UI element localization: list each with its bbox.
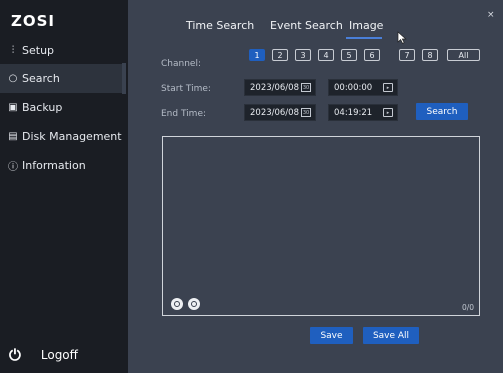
end-time-label: End Time: bbox=[161, 109, 207, 119]
backup-icon: ▣ bbox=[8, 102, 18, 113]
search-icon: ○ bbox=[8, 73, 18, 84]
logoff-button[interactable]: ⏻ Logoff bbox=[9, 346, 78, 364]
time-picker-icon[interactable]: ▸ bbox=[383, 108, 393, 117]
channel-button-4[interactable]: 4 bbox=[318, 49, 334, 61]
channel-button-1[interactable]: 1 bbox=[249, 49, 265, 61]
channel-button-6[interactable]: 6 bbox=[364, 49, 380, 61]
start-time-value: 00:00:00 bbox=[334, 82, 373, 93]
image-count: 0/0 bbox=[462, 303, 475, 312]
channel-button-8[interactable]: 8 bbox=[422, 49, 438, 61]
sidebar-item-setup[interactable]: ⫶ Setup bbox=[0, 36, 122, 65]
channel-button-all[interactable]: All bbox=[447, 49, 480, 61]
start-date-field[interactable]: 2023/06/08 30 bbox=[244, 79, 316, 96]
active-tab-indicator bbox=[346, 37, 382, 39]
save-button[interactable]: Save bbox=[310, 327, 353, 344]
sidebar-item-search[interactable]: ○ Search bbox=[0, 64, 122, 93]
tab-image[interactable]: Image bbox=[349, 19, 383, 32]
end-date-field[interactable]: 2023/06/08 30 bbox=[244, 104, 316, 121]
disk-icon: ▤ bbox=[8, 131, 18, 142]
sidebar-item-information[interactable]: ⓘ Information bbox=[0, 151, 122, 180]
sidebar-item-label: Setup bbox=[22, 44, 55, 57]
sidebar-item-label: Information bbox=[22, 159, 86, 172]
close-icon[interactable]: × bbox=[487, 10, 495, 20]
mouse-cursor-icon bbox=[397, 31, 407, 44]
start-date-value: 2023/06/08 bbox=[250, 82, 299, 93]
app-logo: ZOSI bbox=[11, 12, 56, 30]
sidebar: ZOSI ⫶ Setup ○ Search ▣ Backup ▤ Disk Ma… bbox=[0, 0, 128, 373]
logoff-label: Logoff bbox=[40, 348, 78, 362]
calendar-icon[interactable]: 30 bbox=[301, 108, 311, 117]
start-time-label: Start Time: bbox=[161, 84, 211, 94]
calendar-icon[interactable]: 30 bbox=[301, 83, 311, 92]
tab-time-search[interactable]: Time Search bbox=[186, 19, 254, 32]
sidebar-item-label: Search bbox=[22, 72, 60, 85]
end-date-value: 2023/06/08 bbox=[250, 107, 299, 118]
end-time-value: 04:19:21 bbox=[334, 107, 373, 118]
start-time-field[interactable]: 00:00:00 ▸ bbox=[328, 79, 398, 96]
sidebar-item-disk-management[interactable]: ▤ Disk Management bbox=[0, 122, 122, 151]
sidebar-item-backup[interactable]: ▣ Backup bbox=[0, 93, 122, 122]
sidebar-scrollbar[interactable] bbox=[122, 63, 126, 94]
previous-image-icon[interactable] bbox=[171, 298, 183, 310]
search-button[interactable]: Search bbox=[416, 103, 468, 120]
channel-button-5[interactable]: 5 bbox=[341, 49, 357, 61]
image-preview-panel[interactable] bbox=[162, 136, 480, 316]
sidebar-item-label: Disk Management bbox=[22, 130, 122, 143]
save-all-button[interactable]: Save All bbox=[363, 327, 419, 344]
channel-button-2[interactable]: 2 bbox=[272, 49, 288, 61]
channel-button-7[interactable]: 7 bbox=[399, 49, 415, 61]
info-icon: ⓘ bbox=[8, 162, 18, 173]
power-icon: ⏻ bbox=[9, 346, 21, 364]
sidebar-item-label: Backup bbox=[22, 101, 63, 114]
sliders-icon: ⫶ bbox=[11, 45, 15, 56]
tab-event-search[interactable]: Event Search bbox=[270, 19, 343, 32]
channel-button-3[interactable]: 3 bbox=[295, 49, 311, 61]
end-time-field[interactable]: 04:19:21 ▸ bbox=[328, 104, 398, 121]
next-image-icon[interactable] bbox=[188, 298, 200, 310]
time-picker-icon[interactable]: ▸ bbox=[383, 83, 393, 92]
channel-label: Channel: bbox=[161, 59, 201, 69]
